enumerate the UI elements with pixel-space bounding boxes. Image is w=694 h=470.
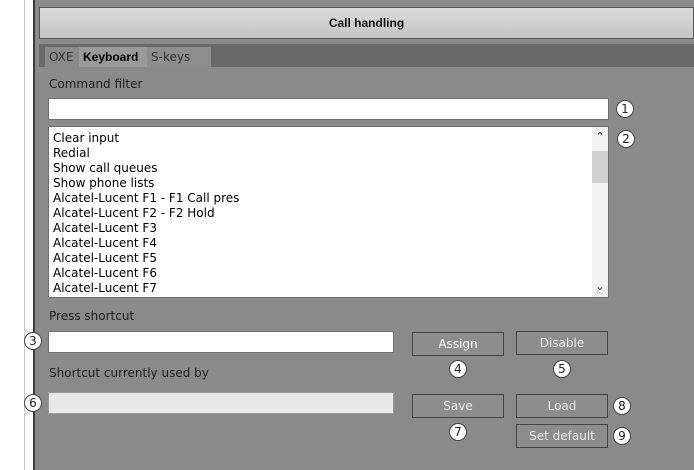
press-shortcut-input[interactable] — [48, 331, 394, 353]
command-filter-input[interactable] — [48, 98, 609, 120]
window-title: Call handling — [39, 7, 694, 39]
list-item[interactable]: Show call queues — [53, 161, 157, 176]
callout-3: 3 — [24, 332, 42, 350]
scrollbar-thumb[interactable] — [592, 151, 608, 183]
callout-6: 6 — [24, 394, 42, 412]
callout-7: 7 — [449, 423, 467, 441]
command-list[interactable]: Clear input Redial Show call queues Show… — [48, 126, 609, 298]
list-item[interactable]: Alcatel-Lucent F4 — [53, 236, 157, 251]
assign-button[interactable]: Assign — [412, 332, 504, 356]
tab-keyboard[interactable]: Keyboard — [79, 47, 147, 67]
list-item[interactable]: Redial — [53, 146, 90, 161]
list-item[interactable]: Alcatel-Lucent F5 — [53, 251, 157, 266]
command-list-scrollbar[interactable]: ⌃ ⌄ — [592, 127, 608, 297]
disable-button[interactable]: Disable — [516, 331, 608, 355]
list-item[interactable]: Alcatel-Lucent F6 — [53, 266, 157, 281]
callout-1: 1 — [616, 100, 634, 118]
set-default-button[interactable]: Set default — [516, 424, 608, 448]
list-item[interactable]: Alcatel-Lucent F7 — [53, 281, 157, 296]
list-item[interactable]: Alcatel-Lucent F1 - F1 Call pres — [53, 191, 239, 206]
chevron-down-icon[interactable]: ⌄ — [592, 279, 608, 295]
callout-8: 8 — [613, 397, 631, 415]
list-item[interactable]: Alcatel-Lucent F3 — [53, 221, 157, 236]
list-item[interactable]: Alcatel-Lucent F2 - F2 Hold — [53, 206, 215, 221]
tab-s-keys[interactable]: S-keys — [147, 47, 211, 67]
save-button[interactable]: Save — [412, 394, 504, 418]
callout-2: 2 — [617, 130, 635, 148]
tab-oxe[interactable]: OXE — [45, 47, 79, 67]
load-button[interactable]: Load — [516, 394, 608, 418]
callout-5: 5 — [553, 360, 571, 378]
shortcut-used-by-field — [48, 392, 394, 414]
shortcut-used-by-label: Shortcut currently used by — [49, 366, 209, 380]
tab-bar: OXE Keyboard S-keys — [39, 44, 694, 67]
press-shortcut-label: Press shortcut — [49, 309, 135, 323]
list-item[interactable]: Clear input — [53, 131, 119, 146]
callout-9: 9 — [613, 427, 631, 445]
chevron-up-icon[interactable]: ⌃ — [592, 129, 608, 145]
callout-4: 4 — [449, 360, 467, 378]
list-item[interactable]: Show phone lists — [53, 176, 154, 191]
command-filter-label: Command filter — [49, 77, 143, 91]
